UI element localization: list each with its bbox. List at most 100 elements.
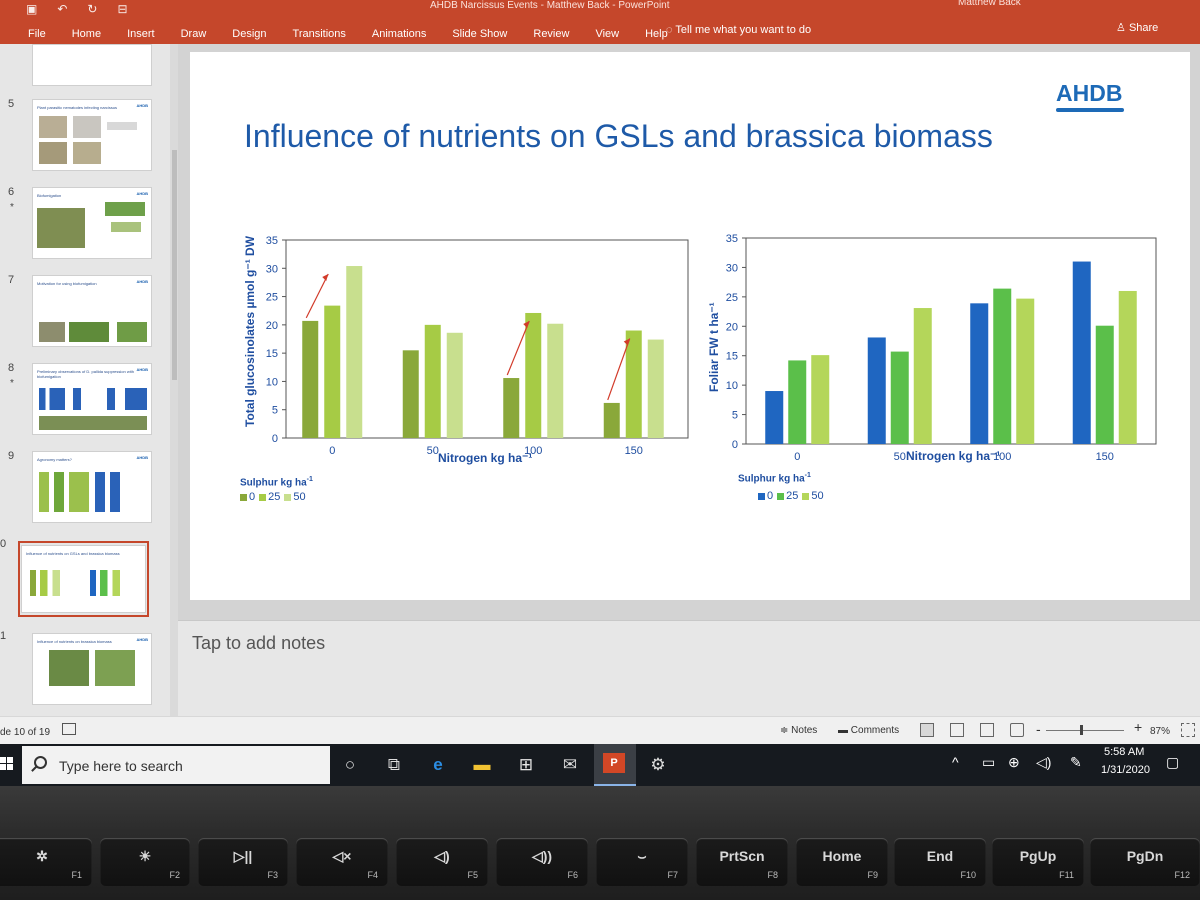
present-icon[interactable]: ⊟: [117, 2, 127, 18]
bar-100-sulphur-50[interactable]: [1016, 298, 1035, 444]
key-f7[interactable]: ⌣ F7: [596, 838, 688, 886]
tab-view[interactable]: View: [595, 28, 619, 42]
tab-insert[interactable]: Insert: [127, 28, 155, 42]
redo-icon[interactable]: ↻: [87, 2, 97, 18]
key-f1[interactable]: ✲ F1: [0, 838, 92, 886]
battery-icon[interactable]: ▭: [982, 754, 995, 771]
notes-pane[interactable]: Tap to add notes: [178, 620, 1200, 716]
tab-transitions[interactable]: Transitions: [293, 28, 346, 42]
bar-100-sulphur-0[interactable]: [970, 303, 989, 444]
bar-100-sulphur-25[interactable]: [993, 288, 1012, 444]
slide-sorter-icon[interactable]: [950, 723, 964, 737]
clock-time[interactable]: 5:58 AM: [1104, 746, 1144, 758]
file-explorer-icon[interactable]: ▬: [470, 753, 494, 777]
thumbnail-slide-7[interactable]: Motivation for using biofumigation AHDB: [32, 275, 152, 347]
bar-150-sulphur-25[interactable]: [625, 330, 642, 438]
tab-animations[interactable]: Animations: [372, 28, 426, 42]
key-f4[interactable]: ◁× F4: [296, 838, 388, 886]
thumbnail-scrollbar[interactable]: [170, 44, 178, 716]
save-icon[interactable]: ▣: [26, 2, 37, 18]
key-f5[interactable]: ◁) F5: [396, 838, 488, 886]
bar-50-sulphur-25[interactable]: [890, 351, 909, 444]
tab-review[interactable]: Review: [533, 28, 569, 42]
tab-draw[interactable]: Draw: [181, 28, 207, 42]
key-f8[interactable]: PrtScn F8: [696, 838, 788, 886]
key-f9[interactable]: Home F9: [796, 838, 888, 886]
settings-gear-icon[interactable]: ⚙: [646, 753, 670, 777]
bar-50-sulphur-0[interactable]: [867, 337, 886, 444]
notes-button[interactable]: ≑ Notes: [780, 725, 817, 736]
bar-50-sulphur-0[interactable]: [402, 350, 419, 438]
tell-me-box[interactable]: ◌ Tell me what you want to do: [666, 24, 811, 36]
taskbar-search[interactable]: Type here to search: [22, 746, 330, 784]
notes-placeholder[interactable]: Tap to add notes: [192, 633, 325, 654]
zoom-slider[interactable]: [1046, 730, 1124, 731]
bar-50-sulphur-50[interactable]: [913, 308, 932, 444]
reading-view-icon[interactable]: [980, 723, 994, 737]
bar-150-sulphur-25[interactable]: [1095, 325, 1114, 444]
cortana-icon[interactable]: ○: [338, 753, 362, 777]
key-f12[interactable]: PgDn F12: [1090, 838, 1200, 886]
account-name[interactable]: Matthew Back: [958, 0, 1021, 8]
zoom-out-button[interactable]: -: [1036, 721, 1041, 737]
tab-design[interactable]: Design: [232, 28, 266, 42]
key-f2[interactable]: ☀ F2: [100, 838, 190, 886]
thumbnail-slide-5[interactable]: Plant parasitic nematodes infecting narc…: [32, 99, 152, 171]
undo-icon[interactable]: ↶: [57, 2, 67, 18]
bar-50-sulphur-25[interactable]: [424, 324, 441, 438]
bar-150-sulphur-50[interactable]: [647, 339, 664, 438]
chevron-up-icon[interactable]: ^: [952, 754, 959, 770]
volume-icon[interactable]: ◁): [1036, 754, 1051, 771]
bar-100-sulphur-0[interactable]: [503, 378, 520, 438]
mail-icon[interactable]: ✉: [558, 753, 582, 777]
slide-title[interactable]: Influence of nutrients on GSLs and brass…: [244, 118, 993, 155]
glucosinolates-chart[interactable]: 051015202530350 50 100 150 Total glucosinol…: [238, 232, 689, 465]
windows-start-icon[interactable]: [0, 754, 14, 774]
tab-slide-show[interactable]: Slide Show: [452, 28, 507, 42]
key-f10[interactable]: End F10: [894, 838, 986, 886]
share-button[interactable]: ♙ Share: [1116, 21, 1158, 34]
bar-0-sulphur-0[interactable]: [765, 391, 784, 444]
bar-150-sulphur-0[interactable]: [1072, 261, 1091, 444]
bar-0-sulphur-25[interactable]: [788, 360, 807, 444]
slideshow-view-icon[interactable]: [1010, 723, 1024, 737]
thumbnail-slide-8[interactable]: Preliminary observations of D. pallida s…: [32, 363, 152, 435]
bar-0-sulphur-50[interactable]: [811, 355, 830, 444]
spellcheck-icon[interactable]: [62, 723, 76, 735]
thumbnail-slide-6[interactable]: Biofumigation AHDB: [32, 187, 152, 259]
task-view-icon[interactable]: ⧉: [382, 753, 406, 777]
fit-to-window-icon[interactable]: [1181, 723, 1195, 737]
zoom-slider-thumb[interactable]: [1080, 725, 1084, 735]
bar-150-sulphur-50[interactable]: [1118, 290, 1137, 444]
pen-icon[interactable]: ✎: [1070, 754, 1082, 771]
thumbnail-slide-9[interactable]: Agronomy matters? AHDB: [32, 451, 152, 523]
thumbnail-scroll-handle[interactable]: [172, 150, 177, 380]
zoom-in-button[interactable]: +: [1134, 719, 1142, 735]
bar-0-sulphur-0[interactable]: [302, 320, 319, 438]
tab-file[interactable]: File: [28, 28, 46, 42]
bar-150-sulphur-0[interactable]: [603, 402, 620, 438]
zoom-level[interactable]: 87%: [1150, 726, 1170, 737]
thumbnail-slide-10[interactable]: Influence of nutrients on GSLs and brass…: [21, 545, 146, 613]
bar-50-sulphur-50[interactable]: [446, 332, 463, 438]
tab-home[interactable]: Home: [72, 28, 101, 42]
bar-100-sulphur-25[interactable]: [525, 312, 542, 438]
slide-canvas[interactable]: AHDB Influence of nutrients on GSLs and …: [190, 52, 1190, 600]
key-f11[interactable]: PgUp F11: [992, 838, 1084, 886]
bar-100-sulphur-50[interactable]: [547, 323, 564, 438]
foliar-biomass-chart[interactable]: 051015202530350 50 100 150 Foliar FW t ha⁻¹…: [698, 232, 1158, 468]
thumbnail-slide-4[interactable]: [32, 44, 152, 86]
store-icon[interactable]: ⊞: [514, 753, 538, 777]
notification-icon[interactable]: ▢: [1166, 754, 1179, 771]
bar-0-sulphur-25[interactable]: [324, 305, 341, 438]
bar-0-sulphur-50[interactable]: [346, 266, 363, 438]
clock-date[interactable]: 1/31/2020: [1101, 764, 1150, 776]
tab-help[interactable]: Help: [645, 28, 668, 42]
key-f6[interactable]: ◁)) F6: [496, 838, 588, 886]
thumbnail-slide-11[interactable]: Influence of nutrients on brassica bioma…: [32, 633, 152, 705]
network-icon[interactable]: ⊕: [1008, 754, 1020, 771]
powerpoint-taskbar-button[interactable]: P: [594, 744, 636, 786]
edge-icon[interactable]: e: [426, 753, 450, 777]
key-f3[interactable]: ▷|| F3: [198, 838, 288, 886]
comments-button[interactable]: ▬ Comments: [838, 725, 899, 736]
